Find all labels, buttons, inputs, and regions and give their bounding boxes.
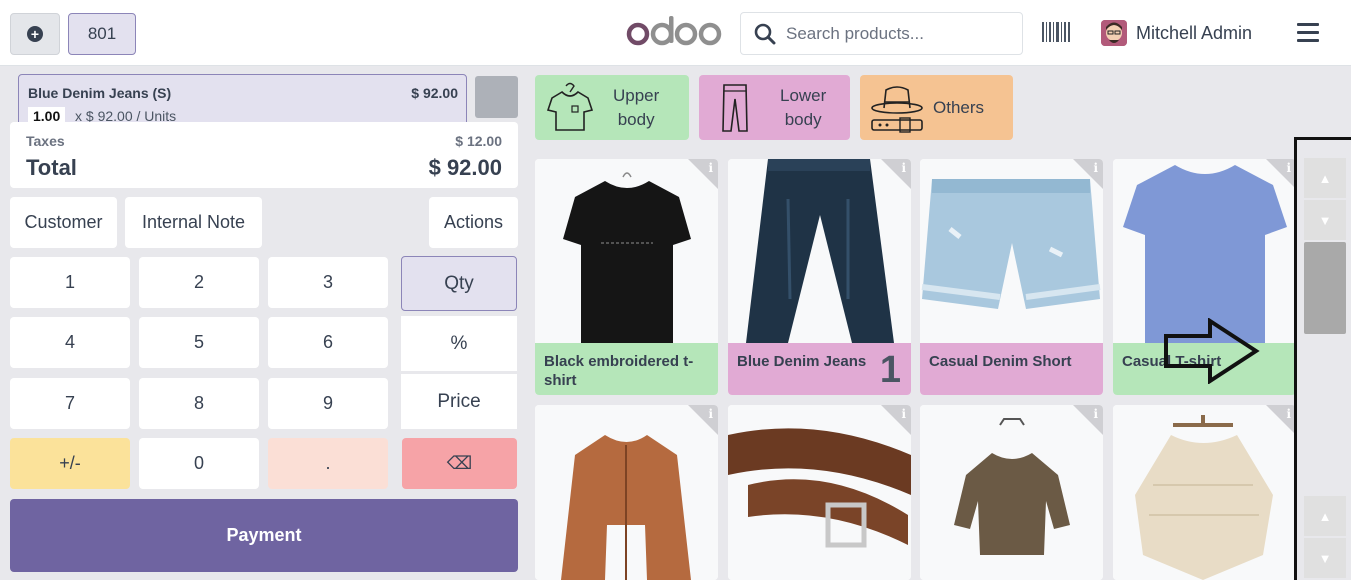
numpad-key-0[interactable]: 0 [139, 438, 259, 489]
shirt-icon [546, 82, 594, 131]
plus-icon: + [27, 26, 43, 42]
search-icon [754, 23, 776, 44]
payment-button[interactable]: Payment [10, 499, 518, 572]
backspace-button[interactable]: ⌫ [402, 438, 517, 489]
scroll-up-button[interactable]: ▲ [1304, 158, 1346, 198]
product-card[interactable]: i Blue Denim Jeans 1 [728, 159, 911, 395]
chevron-down-icon: ▼ [1318, 550, 1332, 566]
numpad-key-1[interactable]: 1 [10, 257, 130, 308]
numpad-key-6[interactable]: 6 [268, 317, 388, 368]
product-card[interactable]: i [728, 405, 911, 580]
product-info-icon[interactable]: i [881, 159, 911, 189]
category-others-label: Others [933, 97, 985, 117]
chevron-down-icon: ▼ [1318, 212, 1332, 228]
product-qty-badge: 1 [879, 349, 901, 391]
order-line-selected[interactable]: Blue Denim Jeans (S) $ 92.00 1.00 x $ 92… [18, 74, 467, 126]
chevron-up-icon: ▲ [1318, 508, 1332, 524]
barcode-icon[interactable] [1042, 22, 1070, 42]
odoo-logo [626, 16, 722, 46]
product-info-icon[interactable]: i [1266, 159, 1296, 189]
search-box[interactable] [740, 12, 1023, 55]
category-upper-body-line2: body [617, 109, 655, 129]
category-lower-body-line1: Lower [780, 85, 827, 105]
search-input[interactable] [786, 23, 1006, 44]
top-bar: + 801 odoo [0, 0, 1351, 66]
product-info-icon[interactable]: i [688, 405, 718, 435]
scroll-down-button[interactable]: ▼ [1304, 200, 1346, 240]
numpad-key-8[interactable]: 8 [139, 378, 259, 429]
scroll-up-button-bottom[interactable]: ▲ [1304, 496, 1346, 536]
customer-button[interactable]: Customer [10, 197, 117, 248]
product-name: Black embroidered t-shirt [535, 343, 718, 395]
hat-belt-icon [871, 85, 923, 133]
mode-discount-button[interactable]: % [401, 316, 517, 371]
numpad-key-9[interactable]: 9 [268, 378, 388, 429]
new-order-button[interactable]: + [10, 13, 60, 55]
scrollbar-thumb[interactable] [1304, 242, 1346, 334]
product-card[interactable]: i Black embroidered t-shirt [535, 159, 718, 395]
total-label: Total [26, 155, 77, 180]
annotation-arrow-icon [1164, 318, 1260, 384]
product-name: Casual Denim Short [920, 343, 1103, 395]
user-name: Mitchell Admin [1136, 22, 1253, 43]
order-tab-button[interactable]: 801 [68, 13, 136, 55]
category-lower-body[interactable]: Lower body [699, 75, 850, 140]
numpad-key-5[interactable]: 5 [139, 317, 259, 368]
product-info-icon[interactable]: i [1073, 405, 1103, 435]
user-menu[interactable]: Mitchell Admin [1101, 19, 1252, 47]
product-info-icon[interactable]: i [688, 159, 718, 189]
avatar [1101, 20, 1127, 46]
product-card[interactable]: i Casual Denim Short [920, 159, 1103, 395]
order-line-product-name: Blue Denim Jeans (S) [28, 85, 172, 101]
mode-price-button[interactable]: Price [401, 374, 517, 429]
mode-qty-button[interactable]: Qty [401, 256, 517, 311]
product-info-icon[interactable]: i [1073, 159, 1103, 189]
numpad-key-decimal[interactable]: . [268, 438, 388, 489]
taxes-label: Taxes [26, 133, 65, 149]
pants-icon [722, 83, 748, 132]
product-info-icon[interactable]: i [1266, 405, 1296, 435]
numpad-key-3[interactable]: 3 [268, 257, 388, 308]
product-card[interactable]: i [920, 405, 1103, 580]
taxes-value: $ 12.00 [455, 133, 502, 149]
actions-button[interactable]: Actions [429, 197, 518, 248]
product-card[interactable]: i [535, 405, 718, 580]
backspace-icon: ⌫ [446, 453, 473, 473]
chevron-up-icon: ▲ [1318, 170, 1332, 186]
scroll-down-button-bottom[interactable]: ▼ [1304, 538, 1346, 578]
numpad-key-2[interactable]: 2 [139, 257, 259, 308]
category-others[interactable]: Others [860, 75, 1013, 140]
product-card[interactable]: i [1113, 405, 1296, 580]
numpad-key-4[interactable]: 4 [10, 317, 130, 368]
order-line-price: $ 92.00 [411, 85, 458, 101]
category-upper-body-line1: Upper [613, 85, 660, 105]
scroll-placeholder [475, 76, 518, 118]
hamburger-menu-icon[interactable] [1297, 22, 1319, 42]
product-info-icon[interactable]: i [881, 405, 911, 435]
numpad-key-plus-minus[interactable]: +/- [10, 438, 130, 489]
internal-note-button[interactable]: Internal Note [125, 197, 262, 248]
numpad-key-7[interactable]: 7 [10, 378, 130, 429]
category-lower-body-line2: body [784, 109, 822, 129]
order-totals: Taxes $ 12.00 Total $ 92.00 [10, 122, 518, 188]
total-value: $ 92.00 [428, 155, 502, 180]
category-upper-body[interactable]: Upper body [535, 75, 689, 140]
